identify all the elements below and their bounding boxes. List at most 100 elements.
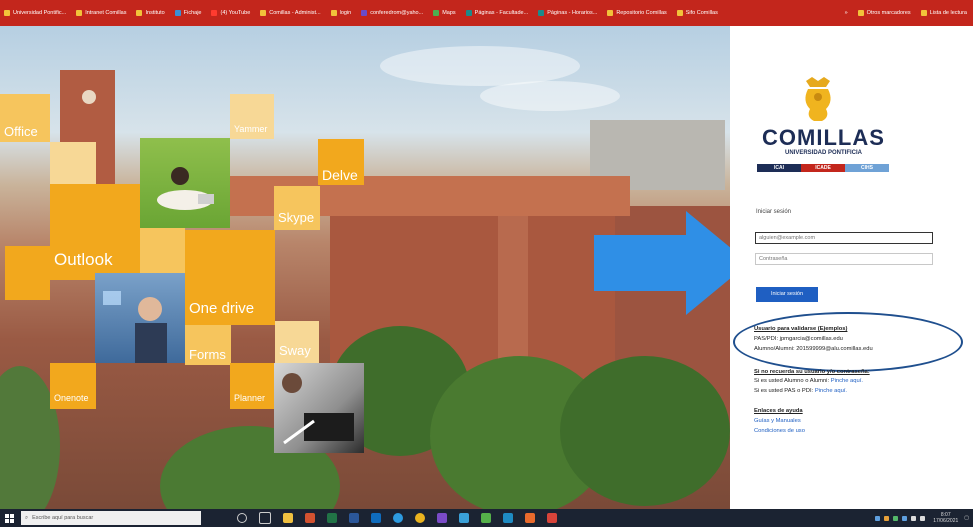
bookmark-icon (676, 10, 683, 16)
email-input[interactable] (755, 232, 933, 244)
tile-delve[interactable]: Delve (318, 139, 364, 185)
windows-logo-icon (4, 513, 14, 523)
tile-onenote[interactable]: Onenote (50, 363, 96, 409)
reading-list-icon (920, 10, 927, 16)
brand-bar-cihs: CIHS (845, 164, 889, 172)
bookmark-item[interactable]: Instituto (136, 10, 165, 16)
brand-bar: ICAI ICADE CIHS (757, 164, 889, 172)
folder-icon (857, 10, 864, 16)
bookmark-item[interactable]: Páginas - Horarios... (538, 10, 597, 16)
highlight-ellipse (733, 312, 963, 372)
tile-forms[interactable]: Forms (185, 325, 231, 365)
photo-businessman (95, 273, 185, 363)
app-icon[interactable] (481, 513, 491, 523)
tile-skype[interactable]: Skype (274, 186, 320, 230)
outlook-icon[interactable] (371, 513, 381, 523)
terms-link[interactable]: Condiciones de uso (754, 428, 805, 434)
edge-icon[interactable] (393, 513, 403, 523)
businessman-figure (103, 291, 167, 363)
mail-icon (361, 10, 368, 16)
app-icon[interactable] (547, 513, 557, 523)
task-view-icon[interactable] (259, 512, 271, 524)
center-tower (498, 202, 528, 362)
bookmark-item[interactable]: (4) YouTube (211, 10, 250, 16)
forgot-student-link[interactable]: Pinche aquí. (831, 378, 863, 384)
brand-bar-icade: ICADE (801, 164, 845, 172)
bookmark-item[interactable]: Sifo Comillas (676, 10, 718, 16)
tile-planner[interactable]: Planner (230, 363, 274, 409)
bookmark-item[interactable]: Universidad Pontific... (4, 10, 66, 16)
brand-bar-icai: ICAI (757, 164, 801, 172)
app-icon[interactable] (525, 513, 535, 523)
tile-onedrive[interactable]: One drive (185, 230, 275, 325)
volume-icon[interactable] (920, 515, 926, 521)
tray-icon[interactable] (902, 515, 908, 521)
file-explorer-icon[interactable] (283, 513, 293, 523)
bookmark-item[interactable]: conferedrom@yaho... (361, 10, 423, 16)
forgot-title: Si no recuerda su usuario y/o contraseña… (754, 369, 870, 375)
cortana-icon[interactable] (237, 513, 247, 523)
search-icon: ⌕ (25, 514, 29, 521)
sharepoint-icon (538, 10, 545, 16)
clock[interactable]: 8:07 17/06/2021 (933, 512, 958, 524)
excel-icon[interactable] (327, 513, 337, 523)
system-tray: 8:07 17/06/2021 ▢ (873, 509, 973, 527)
brand-name: COMILLAS (762, 125, 885, 150)
login-panel (730, 26, 973, 509)
forgot-line1: Si es usted Alumno o Alumni: Pinche aquí… (754, 378, 863, 384)
tablet-figure (282, 373, 354, 445)
tray-icon[interactable] (875, 515, 881, 521)
bookmark-item[interactable]: Páginas - Facultade... (465, 10, 528, 16)
bookmark-icon (607, 10, 614, 16)
tile-office[interactable]: Office (0, 94, 50, 142)
comillas-lion-logo (805, 77, 831, 121)
youtube-icon (211, 10, 218, 16)
bookmarks-bar: Universidad Pontific... Intranet Comilla… (0, 0, 973, 26)
signin-button[interactable]: Iniciar sesión (756, 287, 818, 302)
bookmark-item[interactable]: Comillas - Administ... (260, 10, 321, 16)
powerpoint-icon[interactable] (305, 513, 315, 523)
forgot-staff-link[interactable]: Pinche aquí. (815, 388, 847, 394)
bookmark-item[interactable]: Intranet Comillas (76, 10, 126, 16)
chrome-icon[interactable] (415, 513, 425, 523)
bookmark-icon (4, 10, 10, 16)
bookmark-icon (136, 10, 143, 16)
brand-subtitle: UNIVERSIDAD PONTIFICIA (784, 150, 862, 156)
tray-icon[interactable] (884, 515, 890, 521)
network-icon[interactable] (911, 515, 917, 521)
other-bookmarks[interactable]: Otros marcadores (857, 10, 911, 16)
reading-list[interactable]: Lista de lectura (920, 10, 967, 16)
tree (560, 356, 730, 506)
cloud (480, 81, 620, 111)
tray-icon[interactable] (893, 515, 899, 521)
students-figure (157, 167, 214, 210)
sharepoint-icon (465, 10, 472, 16)
chevron-right-icon[interactable]: » (845, 10, 848, 16)
bookmark-item[interactable]: Repositorio Comillas (607, 10, 667, 16)
word-icon[interactable] (349, 513, 359, 523)
bookmark-item[interactable]: Fichaje (174, 10, 201, 16)
notification-icon[interactable]: ▢ (964, 515, 969, 521)
windows-start-icon[interactable] (0, 509, 18, 527)
maps-icon (433, 10, 440, 16)
app-icon[interactable] (503, 513, 513, 523)
app-icon[interactable] (459, 513, 469, 523)
tile-sway[interactable]: Sway (275, 321, 319, 363)
taskbar-search[interactable]: ⌕ Escribe aquí para buscar (21, 511, 201, 525)
bookmark-icon (76, 10, 83, 16)
tile-decor (140, 226, 185, 274)
photo-tablet (274, 363, 364, 453)
bookmark-item[interactable]: login (330, 10, 351, 16)
app-icon[interactable] (437, 513, 447, 523)
tile-yammer[interactable]: Yammer (230, 94, 274, 139)
tile-decor (5, 246, 50, 300)
bookmark-item[interactable]: Maps (433, 10, 456, 16)
help-title: Enlaces de ayuda (754, 408, 803, 414)
clock-face (82, 90, 96, 104)
tile-outlook[interactable]: Outlook (50, 184, 140, 280)
taskbar-apps (231, 512, 563, 524)
guides-link[interactable]: Guías y Manuales (754, 418, 801, 424)
arrow-right-icon (594, 211, 749, 315)
password-input[interactable] (755, 253, 933, 265)
bookmarks-right: » Otros marcadores Lista de lectura (840, 0, 973, 26)
